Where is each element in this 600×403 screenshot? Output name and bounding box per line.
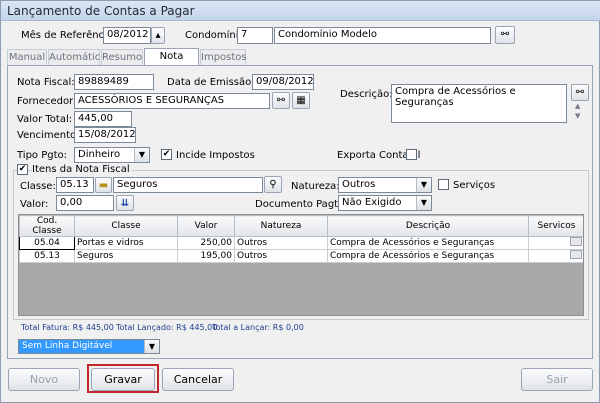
fornecedor-search-icon[interactable]: ⚯ bbox=[272, 92, 290, 109]
servicos-label: Serviços bbox=[453, 180, 496, 191]
nf-label: Nota Fiscal: bbox=[17, 77, 75, 88]
cell-cod-classe: 05.13 bbox=[19, 249, 75, 263]
nota-fiscal-panel: Nota Fiscal: 89889489 Data de Emissão NF… bbox=[7, 65, 593, 359]
itens-grid[interactable]: Cod. Classe Classe Valor Natureza Descri… bbox=[18, 214, 584, 316]
add-item-icon[interactable]: ⇊ bbox=[116, 195, 134, 211]
natureza-label: Natureza: bbox=[291, 181, 340, 192]
doc-pagto-label: Documento Pagto: bbox=[255, 199, 348, 210]
novo-button[interactable]: Novo bbox=[8, 368, 80, 391]
cell-descricao: Compra de Acessórios e Seguranças bbox=[327, 249, 529, 263]
linha-digitavel-select[interactable]: Sem Linha Digitável ▼ bbox=[18, 339, 160, 354]
vencimento-input[interactable]: 15/08/2012 bbox=[74, 127, 136, 143]
cell-cod-classe: 05.04 bbox=[19, 236, 75, 250]
nf-input[interactable]: 89889489 bbox=[74, 74, 154, 90]
magnifier-icon[interactable]: ⚲ bbox=[264, 176, 282, 193]
valor-total-label: Valor Total: bbox=[17, 114, 73, 125]
gravar-button[interactable]: Gravar bbox=[91, 368, 155, 391]
chevron-down-icon: ▼ bbox=[416, 196, 431, 210]
total-lancado: Total Lançado: R$ 445,00 bbox=[116, 323, 218, 332]
col-cod-classe[interactable]: Cod. Classe bbox=[19, 215, 75, 237]
window: Lançamento de Contas a Pagar Mês de Refe… bbox=[0, 0, 600, 403]
cell-servicos bbox=[528, 249, 583, 263]
title-bar: Lançamento de Contas a Pagar bbox=[1, 1, 600, 21]
cell-valor: 250,00 bbox=[177, 236, 235, 250]
table-row[interactable]: 05.04 Portas e vidros 250,00 Outros Comp… bbox=[19, 236, 583, 250]
natureza-select[interactable]: Outros ▼ bbox=[338, 177, 432, 193]
condominio-code-input[interactable]: 7 bbox=[237, 27, 273, 44]
doc-pagto-value: Não Exigido bbox=[342, 197, 402, 208]
doc-pagto-select[interactable]: Não Exigido ▼ bbox=[338, 195, 432, 211]
scroll-down-icon[interactable]: ▼ bbox=[575, 112, 580, 120]
tab-manual[interactable]: Manual bbox=[7, 49, 47, 66]
incide-checkbox[interactable]: ✔ bbox=[161, 149, 172, 160]
col-servicos[interactable]: Servicos bbox=[528, 215, 583, 237]
valor-label: Valor: bbox=[20, 199, 49, 210]
tab-automatico[interactable]: Automático bbox=[48, 49, 106, 66]
valor-total-input[interactable]: 445,00 bbox=[74, 111, 132, 127]
tipo-pgto-value: Dinheiro bbox=[78, 149, 121, 160]
cell-classe: Seguros bbox=[74, 249, 178, 263]
condominio-name-input[interactable]: Condomínio Modelo bbox=[274, 27, 491, 44]
col-valor[interactable]: Valor bbox=[177, 215, 235, 237]
tab-impostos[interactable]: Impostos bbox=[200, 49, 247, 66]
descricao-textarea[interactable]: Compra de Acessórios e Seguranças bbox=[391, 84, 567, 123]
folder-icon[interactable]: ▬ bbox=[95, 177, 112, 193]
chevron-down-icon: ▼ bbox=[416, 178, 431, 192]
servicos-cell-button[interactable] bbox=[570, 250, 582, 259]
fornecedor-register-icon[interactable]: ▦ bbox=[292, 92, 310, 109]
cell-servicos bbox=[528, 236, 583, 250]
tab-resumo[interactable]: Resumo bbox=[101, 49, 143, 66]
scroll-up-icon[interactable]: ▲ bbox=[575, 102, 580, 110]
servicos-cell-button[interactable] bbox=[570, 237, 582, 246]
natureza-value: Outros bbox=[342, 179, 376, 190]
linha-digitavel-value: Sem Linha Digitável bbox=[22, 341, 113, 351]
binoculars-icon[interactable]: ⚯ bbox=[495, 26, 515, 44]
valor-input[interactable]: 0,00 bbox=[56, 195, 114, 211]
itens-table: Cod. Classe Classe Valor Natureza Descri… bbox=[19, 215, 583, 263]
window-title: Lançamento de Contas a Pagar bbox=[7, 4, 195, 18]
cancelar-button[interactable]: Cancelar bbox=[162, 368, 234, 391]
cell-natureza: Outros bbox=[234, 236, 328, 250]
tab-nota-fiscal[interactable]: Nota Fiscal bbox=[144, 48, 199, 78]
cell-descricao: Compra de Acessórios e Seguranças bbox=[327, 236, 529, 250]
classe-code-input[interactable]: 05.13 bbox=[56, 177, 94, 193]
total-a-lancar: Total a Lançar: R$ 0,00 bbox=[212, 323, 304, 332]
chevron-down-icon: ▼ bbox=[134, 148, 149, 162]
header-row: Mês de Referência: 08/2012 ▴ Condomínio:… bbox=[7, 26, 593, 46]
cell-natureza: Outros bbox=[234, 249, 328, 263]
vencimento-label: Vencimento: bbox=[17, 130, 80, 141]
grid-header-row: Cod. Classe Classe Valor Natureza Descri… bbox=[19, 215, 583, 237]
incide-label: Incide Impostos bbox=[176, 150, 255, 161]
emissao-input[interactable]: 09/08/2012 bbox=[252, 74, 314, 90]
descricao-label: Descrição: bbox=[340, 89, 393, 100]
descricao-search-icon[interactable]: ⚯ bbox=[571, 84, 589, 101]
exporta-checkbox[interactable] bbox=[406, 149, 417, 160]
fornecedor-label: Fornecedor: bbox=[17, 96, 77, 107]
sair-button[interactable]: Sair bbox=[521, 368, 593, 391]
itens-group-label: Itens da Nota Fiscal bbox=[32, 164, 132, 175]
itens-checkbox[interactable]: ✔ bbox=[17, 164, 28, 175]
cell-valor: 195,00 bbox=[177, 249, 235, 263]
tipo-pgto-label: Tipo Pgto: bbox=[17, 150, 68, 161]
col-descricao[interactable]: Descrição bbox=[327, 215, 529, 237]
ref-input[interactable]: 08/2012 bbox=[103, 27, 151, 44]
col-natureza[interactable]: Natureza bbox=[234, 215, 328, 237]
cell-classe: Portas e vidros bbox=[74, 236, 178, 250]
ref-spinner[interactable]: ▴ bbox=[151, 27, 165, 44]
col-classe[interactable]: Classe bbox=[74, 215, 178, 237]
tipo-pgto-select[interactable]: Dinheiro ▼ bbox=[74, 147, 150, 163]
classe-name-input[interactable]: Seguros bbox=[113, 177, 263, 193]
table-row[interactable]: 05.13 Seguros 195,00 Outros Compra de Ac… bbox=[19, 249, 583, 263]
total-fatura: Total Fatura: R$ 445,00 bbox=[21, 323, 114, 332]
classe-label: Classe: bbox=[20, 181, 56, 192]
servicos-checkbox[interactable] bbox=[438, 179, 449, 190]
fornecedor-input[interactable]: ACESSÓRIOS E SEGURANÇAS bbox=[74, 93, 270, 109]
chevron-down-icon: ▼ bbox=[144, 340, 159, 353]
